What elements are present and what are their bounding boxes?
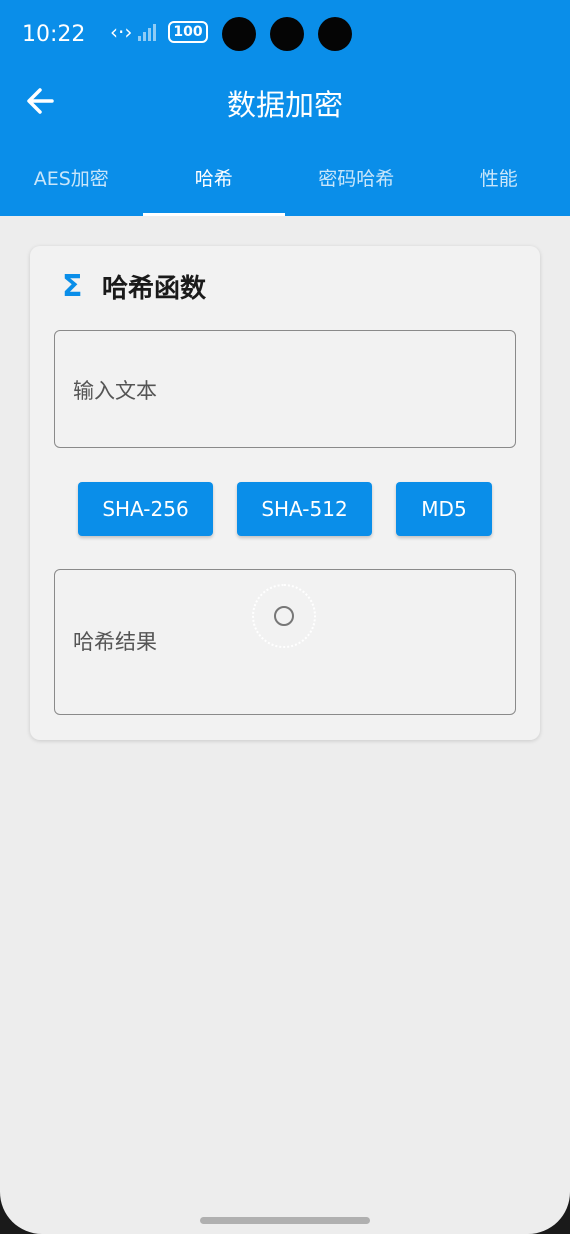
hash-card: Σ 哈希函数 输入文本 SHA-256 SHA-512 MD5 哈希结果 <box>30 246 540 740</box>
network-icon: ‹·› <box>110 20 133 44</box>
home-indicator[interactable] <box>200 1217 370 1224</box>
tab-performance[interactable]: 性能 <box>428 152 570 216</box>
card-title: 哈希函数 <box>102 274 207 304</box>
card-header: Σ 哈希函数 <box>62 268 206 305</box>
tab-bar: AES加密 哈希 密码哈希 性能 <box>0 152 570 216</box>
phone-screen: 10:22 ‹·› 100 数据加密 AES加密 哈希 密码哈希 性能 Σ 哈希… <box>0 0 570 1234</box>
page-title: 数据加密 <box>226 88 343 122</box>
tab-hash[interactable]: 哈希 <box>142 152 286 216</box>
battery-icon: 100 <box>168 21 208 43</box>
hash-result-label: 哈希结果 <box>73 630 157 654</box>
tab-aes[interactable]: AES加密 <box>0 152 143 216</box>
input-text-field[interactable]: 输入文本 <box>54 330 516 448</box>
camera-cutout <box>222 17 352 51</box>
tab-password-hash[interactable]: 密码哈希 <box>285 152 428 216</box>
app-bar: 10:22 ‹·› 100 数据加密 AES加密 哈希 密码哈希 性能 <box>0 0 570 216</box>
sha512-button[interactable]: SHA-512 <box>237 482 372 536</box>
sigma-icon: Σ <box>62 269 83 304</box>
sha256-button[interactable]: SHA-256 <box>78 482 213 536</box>
md5-button[interactable]: MD5 <box>396 482 492 536</box>
signal-icon <box>138 23 162 41</box>
touch-indicator <box>252 584 316 648</box>
status-icons: ‹·› 100 <box>110 20 208 44</box>
status-time: 10:22 <box>22 22 86 47</box>
input-text-label: 输入文本 <box>73 379 157 403</box>
